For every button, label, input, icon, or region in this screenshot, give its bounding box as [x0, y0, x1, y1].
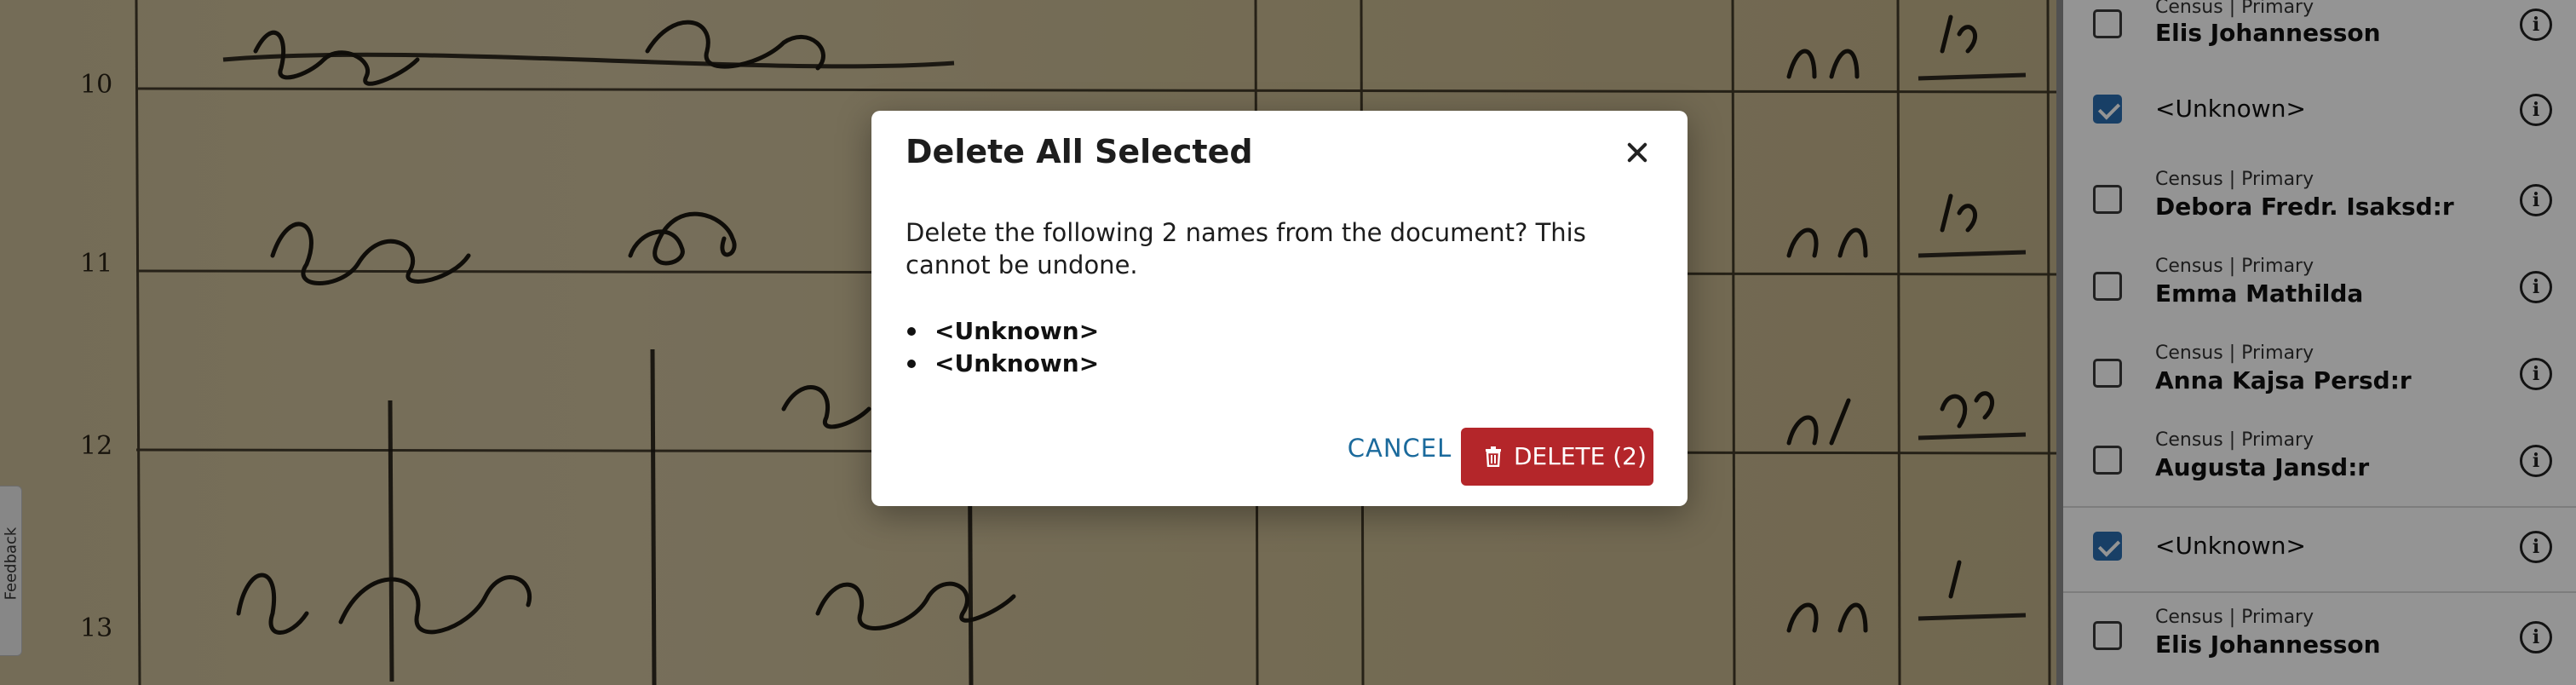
close-icon[interactable]: [1616, 131, 1659, 174]
names-to-delete-list: <Unknown> <Unknown>: [906, 315, 1099, 380]
delete-button[interactable]: DELETE (2): [1461, 428, 1653, 486]
dialog-message: Delete the following 2 names from the do…: [906, 218, 1586, 279]
delete-dialog: Delete All Selected Delete the following…: [871, 111, 1688, 506]
trash-icon: [1486, 446, 1501, 467]
list-item: <Unknown>: [906, 315, 1099, 348]
delete-button-label: DELETE (2): [1514, 442, 1647, 470]
cancel-button[interactable]: CANCEL: [1331, 423, 1468, 474]
list-item: <Unknown>: [906, 348, 1099, 380]
dialog-title: Delete All Selected: [906, 133, 1253, 170]
